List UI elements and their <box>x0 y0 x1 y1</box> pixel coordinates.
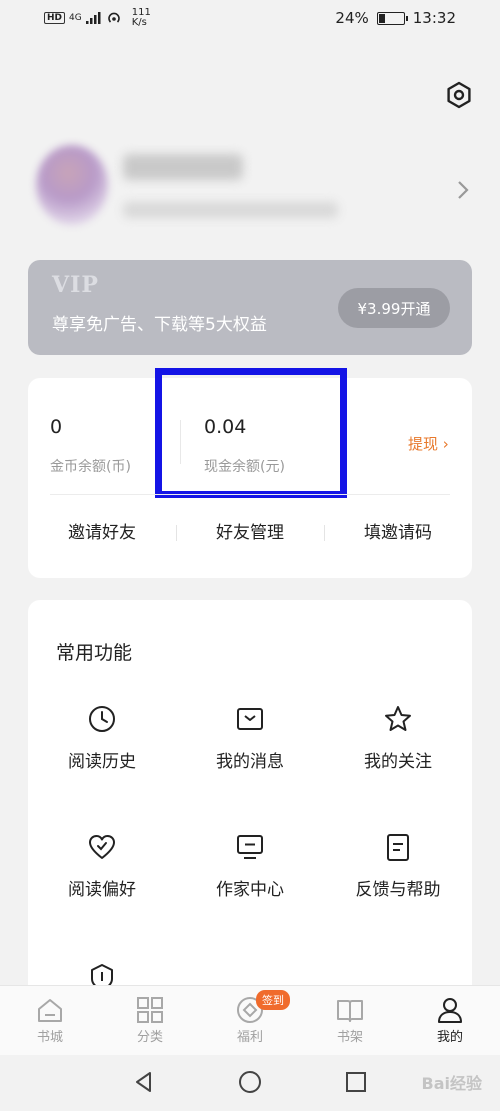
tab-bookstore[interactable]: 书城 <box>0 986 100 1055</box>
tab-category[interactable]: 分类 <box>100 986 200 1055</box>
func-my-messages[interactable]: 我的消息 <box>176 704 324 772</box>
square-recents-icon[interactable] <box>342 1068 370 1096</box>
battery-icon <box>376 11 408 25</box>
bookstore-icon <box>38 999 62 1022</box>
func-label: 反馈与帮助 <box>355 880 441 900</box>
func-reading-preference[interactable]: 阅读偏好 <box>28 832 176 900</box>
clock-time: 13:32 <box>412 9 456 27</box>
hd-indicator: HD <box>44 12 66 24</box>
monitor-icon <box>237 835 263 859</box>
hotspot-icon <box>107 12 120 23</box>
vip-card[interactable]: VIP 尊享免广告、下载等5大权益 ¥3.99开通 <box>28 260 472 355</box>
invite-friends-link[interactable]: 邀请好友 <box>28 516 176 550</box>
open-book-icon <box>337 1000 363 1022</box>
signal-icon <box>85 12 101 24</box>
status-left: HD 4G 111 K/s <box>44 8 151 28</box>
vip-title: VIP <box>52 272 99 298</box>
highlight-annotation-box <box>155 368 347 498</box>
clock-icon <box>89 706 115 732</box>
wallet-links: 邀请好友 好友管理 填邀请码 <box>28 516 472 550</box>
battery-percent: 24% <box>335 9 369 27</box>
func-label: 作家中心 <box>216 880 284 900</box>
common-functions-title: 常用功能 <box>56 642 133 664</box>
system-navigation-bar: Bai经验 <box>0 1056 500 1111</box>
tab-label: 分类 <box>136 1030 163 1045</box>
func-writer-center[interactable]: 作家中心 <box>176 832 324 900</box>
func-my-follows[interactable]: 我的关注 <box>324 704 472 772</box>
func-feedback-help[interactable]: 反馈与帮助 <box>324 832 472 900</box>
tab-label: 福利 <box>236 1030 263 1045</box>
blurred-user-info <box>123 202 338 218</box>
battery-fill <box>378 13 385 23</box>
func-label: 我的消息 <box>216 752 284 772</box>
enter-invite-code-link[interactable]: 填邀请码 <box>324 516 472 550</box>
vip-open-button[interactable]: ¥3.99开通 <box>338 288 450 328</box>
status-bar: HD 4G 111 K/s 24% 13:32 <box>0 0 500 38</box>
grid-icon <box>137 997 163 1023</box>
func-reading-history[interactable]: 阅读历史 <box>28 704 176 772</box>
bottom-tab-bar: 书城 分类 福利 签到 书架 我的 <box>0 985 500 1055</box>
coin-balance-label: 金币余额(币) <box>50 459 131 475</box>
func-label: 阅读历史 <box>68 752 136 772</box>
triangle-back-icon[interactable] <box>130 1068 158 1096</box>
tab-label: 书架 <box>336 1030 363 1045</box>
speed-unit: K/s <box>131 17 147 28</box>
tab-welfare[interactable]: 福利 签到 <box>200 986 300 1055</box>
friend-management-link[interactable]: 好友管理 <box>176 516 324 550</box>
tab-label: 书城 <box>36 1030 63 1045</box>
vip-description: 尊享免广告、下载等5大权益 <box>52 315 267 335</box>
star-icon <box>385 706 411 731</box>
circle-home-icon[interactable] <box>236 1068 264 1096</box>
person-icon <box>438 998 462 1023</box>
blurred-username <box>123 154 243 180</box>
baidu-jingyan-watermark: Bai经验 <box>421 1074 482 1093</box>
chevron-right-icon[interactable] <box>455 178 471 202</box>
withdraw-link[interactable]: 提现 › <box>408 433 449 454</box>
sign-in-badge: 签到 <box>256 990 290 1010</box>
document-icon <box>387 834 409 861</box>
func-label: 阅读偏好 <box>68 880 136 900</box>
wallet-separator <box>50 494 450 495</box>
tab-bookshelf[interactable]: 书架 <box>300 986 400 1055</box>
settings-hexagon-gear-icon[interactable] <box>444 80 474 110</box>
network-speed: 111 K/s <box>132 8 151 28</box>
wallet-card: 0 金币余额(币) 0.04 现金余额(元) 提现 › 邀请好友 好友管理 填邀… <box>28 368 472 578</box>
common-functions-card: 常用功能 阅读历史 我的消息 我的关注 阅读偏好 作家中心 反馈与帮助 <box>28 600 472 1000</box>
tab-label: 我的 <box>436 1030 463 1045</box>
coin-balance-value[interactable]: 0 <box>50 416 62 438</box>
status-right: 24% 13:32 <box>335 9 456 27</box>
avatar[interactable] <box>36 145 108 225</box>
message-box-icon <box>237 708 263 730</box>
heart-check-icon <box>89 835 115 859</box>
network-type: 4G <box>69 12 82 23</box>
func-label: 我的关注 <box>364 752 432 772</box>
profile-section[interactable] <box>28 140 478 235</box>
tab-mine[interactable]: 我的 <box>400 986 500 1055</box>
